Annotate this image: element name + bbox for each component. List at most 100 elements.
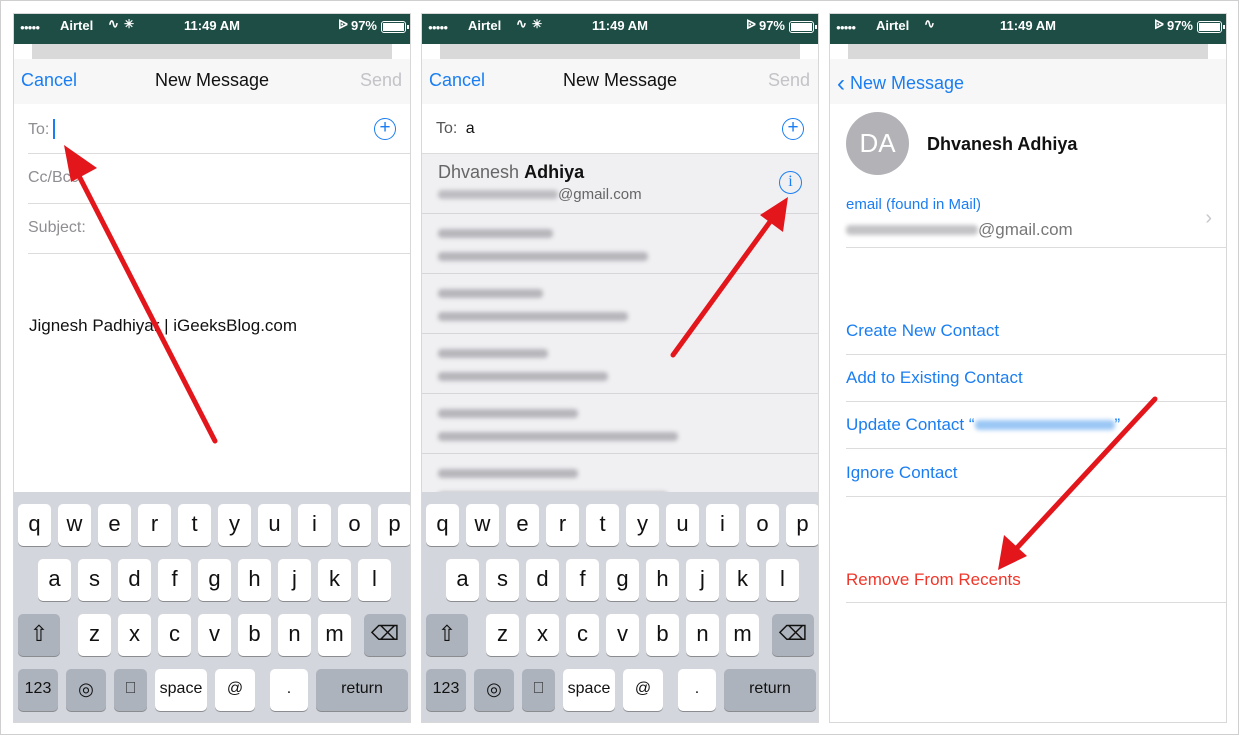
- key-k[interactable]: k: [726, 559, 759, 601]
- chevron-right-icon[interactable]: ›: [1205, 207, 1212, 230]
- key-f[interactable]: f: [158, 559, 191, 601]
- key-w[interactable]: w: [466, 504, 499, 546]
- microphone-icon[interactable]: ⎕: [114, 669, 147, 711]
- key-o[interactable]: o: [338, 504, 371, 546]
- add-to-existing-contact-button[interactable]: Add to Existing Contact: [846, 368, 1023, 388]
- key-s[interactable]: s: [486, 559, 519, 601]
- ignore-contact-button[interactable]: Ignore Contact: [846, 463, 958, 483]
- globe-icon[interactable]: ◎: [474, 669, 514, 711]
- period-key[interactable]: .: [678, 669, 716, 711]
- key-b[interactable]: b: [646, 614, 679, 656]
- key-z[interactable]: z: [78, 614, 111, 656]
- key-q[interactable]: q: [18, 504, 51, 546]
- key-n[interactable]: n: [686, 614, 719, 656]
- subject-field[interactable]: Subject:: [28, 204, 410, 254]
- shift-key[interactable]: ⇧: [18, 614, 60, 656]
- key-p[interactable]: p: [378, 504, 410, 546]
- key-f[interactable]: f: [566, 559, 599, 601]
- key-p[interactable]: p: [786, 504, 818, 546]
- battery-icon: [1197, 21, 1225, 33]
- globe-icon[interactable]: ◎: [66, 669, 106, 711]
- return-key[interactable]: return: [724, 669, 816, 711]
- suggestion-item-blurred[interactable]: [422, 394, 818, 454]
- key-g[interactable]: g: [198, 559, 231, 601]
- key-h[interactable]: h: [238, 559, 271, 601]
- key-m[interactable]: m: [726, 614, 759, 656]
- suggestion-list: Dhvanesh Adhiya @gmail.com i: [422, 154, 818, 514]
- key-r[interactable]: r: [546, 504, 579, 546]
- send-button[interactable]: Send: [768, 70, 810, 91]
- key-x[interactable]: x: [118, 614, 151, 656]
- numbers-key[interactable]: 123: [426, 669, 466, 711]
- key-s[interactable]: s: [78, 559, 111, 601]
- suggestion-item-blurred[interactable]: [422, 274, 818, 334]
- info-icon[interactable]: i: [779, 171, 802, 194]
- suggestion-item-blurred[interactable]: [422, 214, 818, 274]
- space-key[interactable]: space: [155, 669, 207, 711]
- key-x[interactable]: x: [526, 614, 559, 656]
- add-contact-icon[interactable]: +: [782, 118, 804, 140]
- key-u[interactable]: u: [258, 504, 291, 546]
- key-a[interactable]: a: [446, 559, 479, 601]
- key-y[interactable]: y: [218, 504, 251, 546]
- microphone-icon[interactable]: ⎕: [522, 669, 555, 711]
- send-button[interactable]: Send: [360, 70, 402, 91]
- return-key[interactable]: return: [316, 669, 408, 711]
- to-field[interactable]: To: +: [28, 104, 410, 154]
- key-e[interactable]: e: [506, 504, 539, 546]
- text-cursor: [53, 119, 56, 139]
- key-k[interactable]: k: [318, 559, 351, 601]
- email-value[interactable]: @gmail.com: [846, 220, 1073, 240]
- key-g[interactable]: g: [606, 559, 639, 601]
- add-contact-icon[interactable]: +: [374, 118, 396, 140]
- key-t[interactable]: t: [586, 504, 619, 546]
- key-h[interactable]: h: [646, 559, 679, 601]
- key-r[interactable]: r: [138, 504, 171, 546]
- key-w[interactable]: w: [58, 504, 91, 546]
- update-contact-button[interactable]: Update Contact “”: [846, 415, 1120, 435]
- key-i[interactable]: i: [706, 504, 739, 546]
- key-u[interactable]: u: [666, 504, 699, 546]
- backspace-key[interactable]: ⌫: [772, 614, 814, 656]
- space-key[interactable]: space: [563, 669, 615, 711]
- divider: [846, 448, 1226, 449]
- remove-from-recents-button[interactable]: Remove From Recents: [846, 570, 1021, 590]
- key-v[interactable]: v: [198, 614, 231, 656]
- back-button[interactable]: ‹ New Message: [837, 70, 964, 98]
- key-t[interactable]: t: [178, 504, 211, 546]
- at-key[interactable]: @: [215, 669, 255, 711]
- key-n[interactable]: n: [278, 614, 311, 656]
- key-m[interactable]: m: [318, 614, 351, 656]
- backspace-key[interactable]: ⌫: [364, 614, 406, 656]
- to-field[interactable]: To: a +: [422, 104, 818, 154]
- suggestion-item[interactable]: Dhvanesh Adhiya @gmail.com i: [422, 154, 818, 214]
- key-e[interactable]: e: [98, 504, 131, 546]
- key-d[interactable]: d: [118, 559, 151, 601]
- key-l[interactable]: l: [766, 559, 799, 601]
- key-v[interactable]: v: [606, 614, 639, 656]
- key-i[interactable]: i: [298, 504, 331, 546]
- cc-bcc-field[interactable]: Cc/Bcc:: [28, 154, 410, 204]
- create-new-contact-button[interactable]: Create New Contact: [846, 321, 999, 341]
- key-q[interactable]: q: [426, 504, 459, 546]
- key-j[interactable]: j: [686, 559, 719, 601]
- period-key[interactable]: .: [270, 669, 308, 711]
- key-a[interactable]: a: [38, 559, 71, 601]
- key-c[interactable]: c: [158, 614, 191, 656]
- bluetooth-icon: ᐉ: [338, 17, 348, 32]
- key-l[interactable]: l: [358, 559, 391, 601]
- key-c[interactable]: c: [566, 614, 599, 656]
- contact-name: Dhvanesh Adhiya: [927, 134, 1078, 154]
- key-b[interactable]: b: [238, 614, 271, 656]
- message-body-signature[interactable]: Jignesh Padhiyar | iGeeksBlog.com: [29, 316, 297, 336]
- key-j[interactable]: j: [278, 559, 311, 601]
- shift-key[interactable]: ⇧: [426, 614, 468, 656]
- key-o[interactable]: o: [746, 504, 779, 546]
- nav-title: New Message: [154, 70, 270, 90]
- at-key[interactable]: @: [623, 669, 663, 711]
- numbers-key[interactable]: 123: [18, 669, 58, 711]
- suggestion-item-blurred[interactable]: [422, 334, 818, 394]
- key-d[interactable]: d: [526, 559, 559, 601]
- key-y[interactable]: y: [626, 504, 659, 546]
- key-z[interactable]: z: [486, 614, 519, 656]
